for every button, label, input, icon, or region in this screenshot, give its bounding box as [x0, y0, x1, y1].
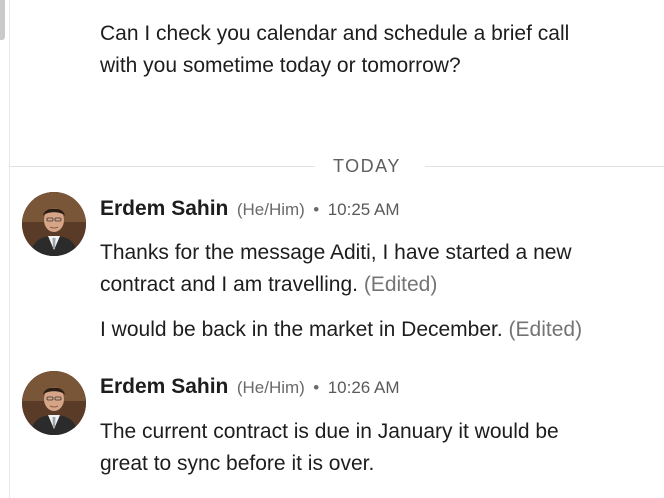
- message-header: Erdem Sahin (He/Him) • 10:26 AM: [100, 373, 400, 401]
- message-text: great to sync before it is over.: [100, 452, 375, 475]
- edited-label: (Edited): [508, 318, 583, 341]
- message-text: Thanks for the message Aditi, I have sta…: [100, 241, 572, 264]
- avatar[interactable]: [22, 192, 86, 256]
- edited-label: (Edited): [363, 273, 438, 296]
- message-thread: Can I check you calendar and schedule a …: [0, 0, 664, 498]
- date-divider: TODAY: [10, 155, 664, 177]
- left-panel-edge: [0, 0, 10, 498]
- sender-pronouns: (He/Him): [236, 200, 305, 219]
- avatar[interactable]: [22, 371, 86, 435]
- date-divider-label: TODAY: [333, 156, 401, 176]
- message-text-line: contract and I am travelling.: [100, 273, 358, 296]
- message-text: Can I check you calendar and schedule a …: [100, 22, 570, 45]
- sender-pronouns: (He/Him): [236, 378, 305, 397]
- message-text: contract and I am travelling. (Edited): [100, 269, 437, 301]
- sender-name[interactable]: Erdem Sahin: [100, 197, 228, 220]
- message-header: Erdem Sahin (He/Him) • 10:25 AM: [100, 195, 400, 223]
- scrollbar-thumb[interactable]: [0, 0, 5, 40]
- message-text: I would be back in the market in Decembe…: [100, 314, 582, 346]
- profile-photo-icon: [22, 192, 86, 256]
- profile-photo-icon: [22, 371, 86, 435]
- separator-dot: •: [313, 378, 320, 397]
- separator-dot: •: [313, 200, 320, 219]
- message-timestamp: 10:25 AM: [327, 200, 400, 219]
- message-text-line: I would be back in the market in Decembe…: [100, 318, 503, 341]
- divider-line: [425, 166, 664, 167]
- message-timestamp: 10:26 AM: [327, 378, 400, 397]
- sender-name[interactable]: Erdem Sahin: [100, 375, 228, 398]
- divider-line: [10, 166, 315, 167]
- message-text: with you sometime today or tomorrow?: [100, 54, 461, 77]
- message-text: The current contract is due in January i…: [100, 420, 559, 443]
